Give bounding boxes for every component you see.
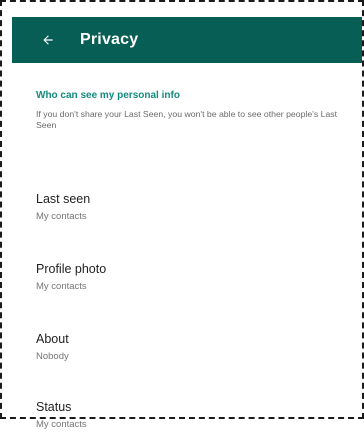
setting-value: Nobody (36, 351, 69, 362)
section-header: Who can see my personal info (36, 90, 180, 101)
setting-title: About (36, 332, 69, 346)
setting-last-seen[interactable]: Last seen My contacts (12, 192, 362, 240)
setting-title: Profile photo (36, 262, 107, 276)
back-button[interactable] (38, 30, 58, 50)
setting-value: My contacts (36, 211, 87, 222)
screen-frame: Privacy Who can see my personal info If … (0, 0, 364, 430)
setting-title: Last seen (36, 192, 91, 206)
setting-profile-photo[interactable]: Profile photo My contacts (12, 262, 362, 310)
setting-about[interactable]: About Nobody (12, 332, 362, 380)
setting-value: My contacts (36, 419, 87, 430)
arrow-left-icon (43, 35, 53, 45)
setting-value: My contacts (36, 281, 87, 292)
app-bar: Privacy (12, 17, 362, 63)
setting-status[interactable]: Status My contacts (12, 400, 362, 448)
section-description: If you don't share your Last Seen, you w… (36, 109, 338, 130)
page-title: Privacy (80, 31, 139, 48)
privacy-settings-list: Who can see my personal info If you don'… (12, 63, 362, 430)
setting-title: Status (36, 400, 72, 414)
